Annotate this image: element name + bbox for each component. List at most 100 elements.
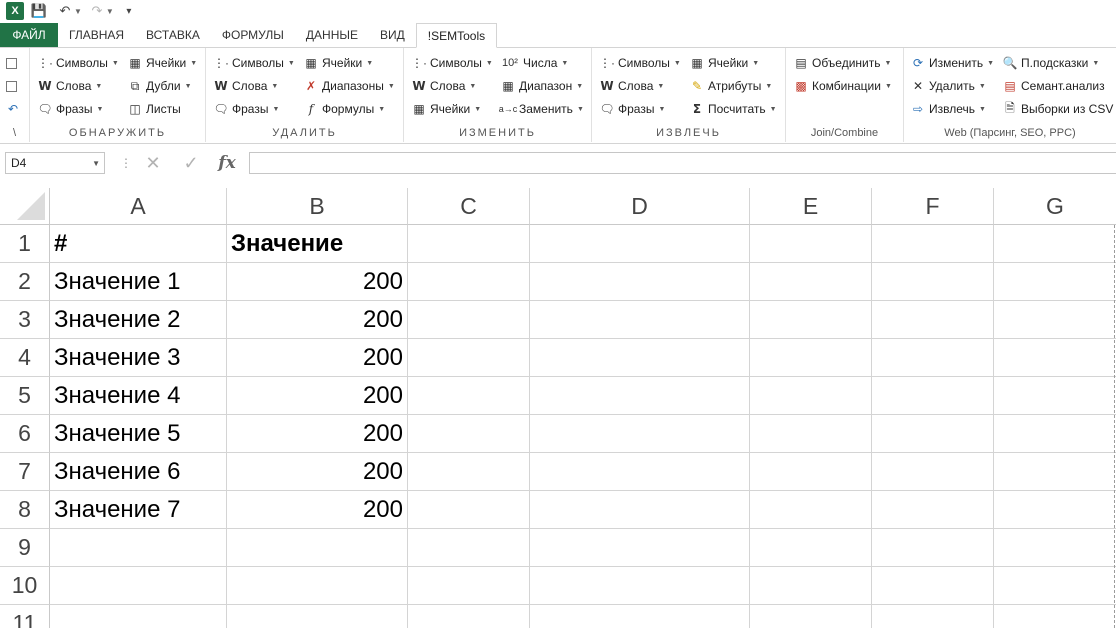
cell-g3[interactable] — [994, 301, 1116, 339]
modify-range-button[interactable]: ▦ Диапазон ▼ — [500, 76, 583, 96]
csv-samples-button[interactable]: 🗎 Выборки из CSV — [1002, 99, 1113, 119]
column-header-e[interactable]: E — [750, 188, 872, 225]
redo-icon[interactable]: ↷ — [86, 1, 108, 21]
cell-b5[interactable]: 200 — [227, 377, 408, 415]
cell-d11[interactable] — [530, 605, 750, 628]
column-header-a[interactable]: A — [50, 188, 227, 225]
cell-d6[interactable] — [530, 415, 750, 453]
cell-e9[interactable] — [750, 529, 872, 567]
detect-symbols-button[interactable]: ⋮· Символы ▼ — [37, 53, 119, 73]
delete-symbols-button[interactable]: ⋮· Символы ▼ — [213, 53, 295, 73]
cell-e4[interactable] — [750, 339, 872, 377]
row-header-9[interactable]: 9 — [0, 529, 50, 567]
delete-formulas-button[interactable]: f Формулы ▼ — [303, 99, 385, 119]
cell-a5[interactable]: Значение 4 — [50, 377, 227, 415]
cell-f1[interactable] — [872, 225, 994, 263]
cell-e10[interactable] — [750, 567, 872, 605]
column-header-b[interactable]: B — [227, 188, 408, 225]
cell-e11[interactable] — [750, 605, 872, 628]
cell-b9[interactable] — [227, 529, 408, 567]
cell-g10[interactable] — [994, 567, 1116, 605]
modify-numbers-button[interactable]: 10² Числа ▼ — [500, 53, 568, 73]
tab-data[interactable]: ДАННЫЕ — [295, 23, 369, 47]
cell-a6[interactable]: Значение 5 — [50, 415, 227, 453]
cell-d3[interactable] — [530, 301, 750, 339]
checkbox-2[interactable] — [6, 76, 17, 96]
cell-e7[interactable] — [750, 453, 872, 491]
cell-f3[interactable] — [872, 301, 994, 339]
detect-cells-button[interactable]: ▦ Ячейки ▼ — [127, 53, 197, 73]
extract-cells-button[interactable]: ▦ Ячейки ▼ — [689, 53, 759, 73]
cell-a2[interactable]: Значение 1 — [50, 263, 227, 301]
detect-sheets-button[interactable]: ◫ Листы — [127, 99, 180, 119]
cell-a1[interactable]: # — [50, 225, 227, 263]
insert-function-icon[interactable]: fx — [214, 153, 240, 173]
delete-phrases-button[interactable]: 🗨 Фразы ▼ — [213, 99, 279, 119]
delete-ranges-button[interactable]: ✗ Диапазоны ▼ — [303, 76, 395, 96]
cell-a7[interactable]: Значение 6 — [50, 453, 227, 491]
cell-g2[interactable] — [994, 263, 1116, 301]
cell-e8[interactable] — [750, 491, 872, 529]
cell-g9[interactable] — [994, 529, 1116, 567]
cell-a9[interactable] — [50, 529, 227, 567]
cell-d1[interactable] — [530, 225, 750, 263]
cell-d8[interactable] — [530, 491, 750, 529]
cell-b4[interactable]: 200 — [227, 339, 408, 377]
redo-dropdown-icon[interactable]: ▼ — [106, 7, 114, 16]
cell-b8[interactable]: 200 — [227, 491, 408, 529]
cell-f9[interactable] — [872, 529, 994, 567]
undo-icon[interactable]: ↶ — [54, 1, 76, 21]
extract-phrases-button[interactable]: 🗨 Фразы ▼ — [599, 99, 665, 119]
cell-c11[interactable] — [408, 605, 530, 628]
web-delete-button[interactable]: ✕ Удалить ▼ — [910, 76, 986, 96]
combinations-button[interactable]: ▩ Комбинации ▼ — [793, 76, 892, 96]
cell-f6[interactable] — [872, 415, 994, 453]
cell-d2[interactable] — [530, 263, 750, 301]
cell-b6[interactable]: 200 — [227, 415, 408, 453]
cell-b10[interactable] — [227, 567, 408, 605]
cell-c5[interactable] — [408, 377, 530, 415]
cell-g6[interactable] — [994, 415, 1116, 453]
delete-cells-button[interactable]: ▦ Ячейки ▼ — [303, 53, 373, 73]
cell-c8[interactable] — [408, 491, 530, 529]
modify-words-button[interactable]: W Слова ▼ — [411, 76, 476, 96]
cell-f11[interactable] — [872, 605, 994, 628]
web-change-button[interactable]: ⟳ Изменить ▼ — [910, 53, 994, 73]
cell-c2[interactable] — [408, 263, 530, 301]
customize-qat-icon[interactable]: ▾ — [118, 1, 140, 21]
tab-view[interactable]: ВИД — [369, 23, 416, 47]
cell-e5[interactable] — [750, 377, 872, 415]
detect-dupes-button[interactable]: ⧉ Дубли ▼ — [127, 76, 192, 96]
extract-attributes-button[interactable]: ✎ Атрибуты ▼ — [689, 76, 772, 96]
modify-symbols-button[interactable]: ⋮· Символы ▼ — [411, 53, 493, 73]
undo-arrow-icon[interactable]: ↶ — [5, 99, 21, 119]
row-header-3[interactable]: 3 — [0, 301, 50, 339]
cell-a8[interactable]: Значение 7 — [50, 491, 227, 529]
cell-g8[interactable] — [994, 491, 1116, 529]
formula-input[interactable] — [249, 152, 1116, 174]
cell-e2[interactable] — [750, 263, 872, 301]
web-extract-button[interactable]: ⇨ Извлечь ▼ — [910, 99, 986, 119]
cell-e6[interactable] — [750, 415, 872, 453]
semantic-analysis-button[interactable]: ▤ Семант.анализ — [1002, 76, 1104, 96]
cell-b11[interactable] — [227, 605, 408, 628]
extract-count-button[interactable]: Σ Посчитать ▼ — [689, 99, 777, 119]
cell-c3[interactable] — [408, 301, 530, 339]
cell-f7[interactable] — [872, 453, 994, 491]
cell-f10[interactable] — [872, 567, 994, 605]
search-hints-button[interactable]: 🔍 П.подсказки ▼ — [1002, 53, 1100, 73]
merge-button[interactable]: ▤ Объединить ▼ — [793, 53, 891, 73]
column-header-c[interactable]: C — [408, 188, 530, 225]
row-header-8[interactable]: 8 — [0, 491, 50, 529]
column-header-g[interactable]: G — [994, 188, 1116, 225]
column-header-d[interactable]: D — [530, 188, 750, 225]
select-all-button[interactable] — [0, 188, 50, 225]
cancel-icon[interactable]: ✕ — [140, 153, 166, 173]
column-header-f[interactable]: F — [872, 188, 994, 225]
cell-g5[interactable] — [994, 377, 1116, 415]
tab-insert[interactable]: ВСТАВКА — [135, 23, 211, 47]
cell-f5[interactable] — [872, 377, 994, 415]
cell-b7[interactable]: 200 — [227, 453, 408, 491]
row-header-7[interactable]: 7 — [0, 453, 50, 491]
row-header-10[interactable]: 10 — [0, 567, 50, 605]
